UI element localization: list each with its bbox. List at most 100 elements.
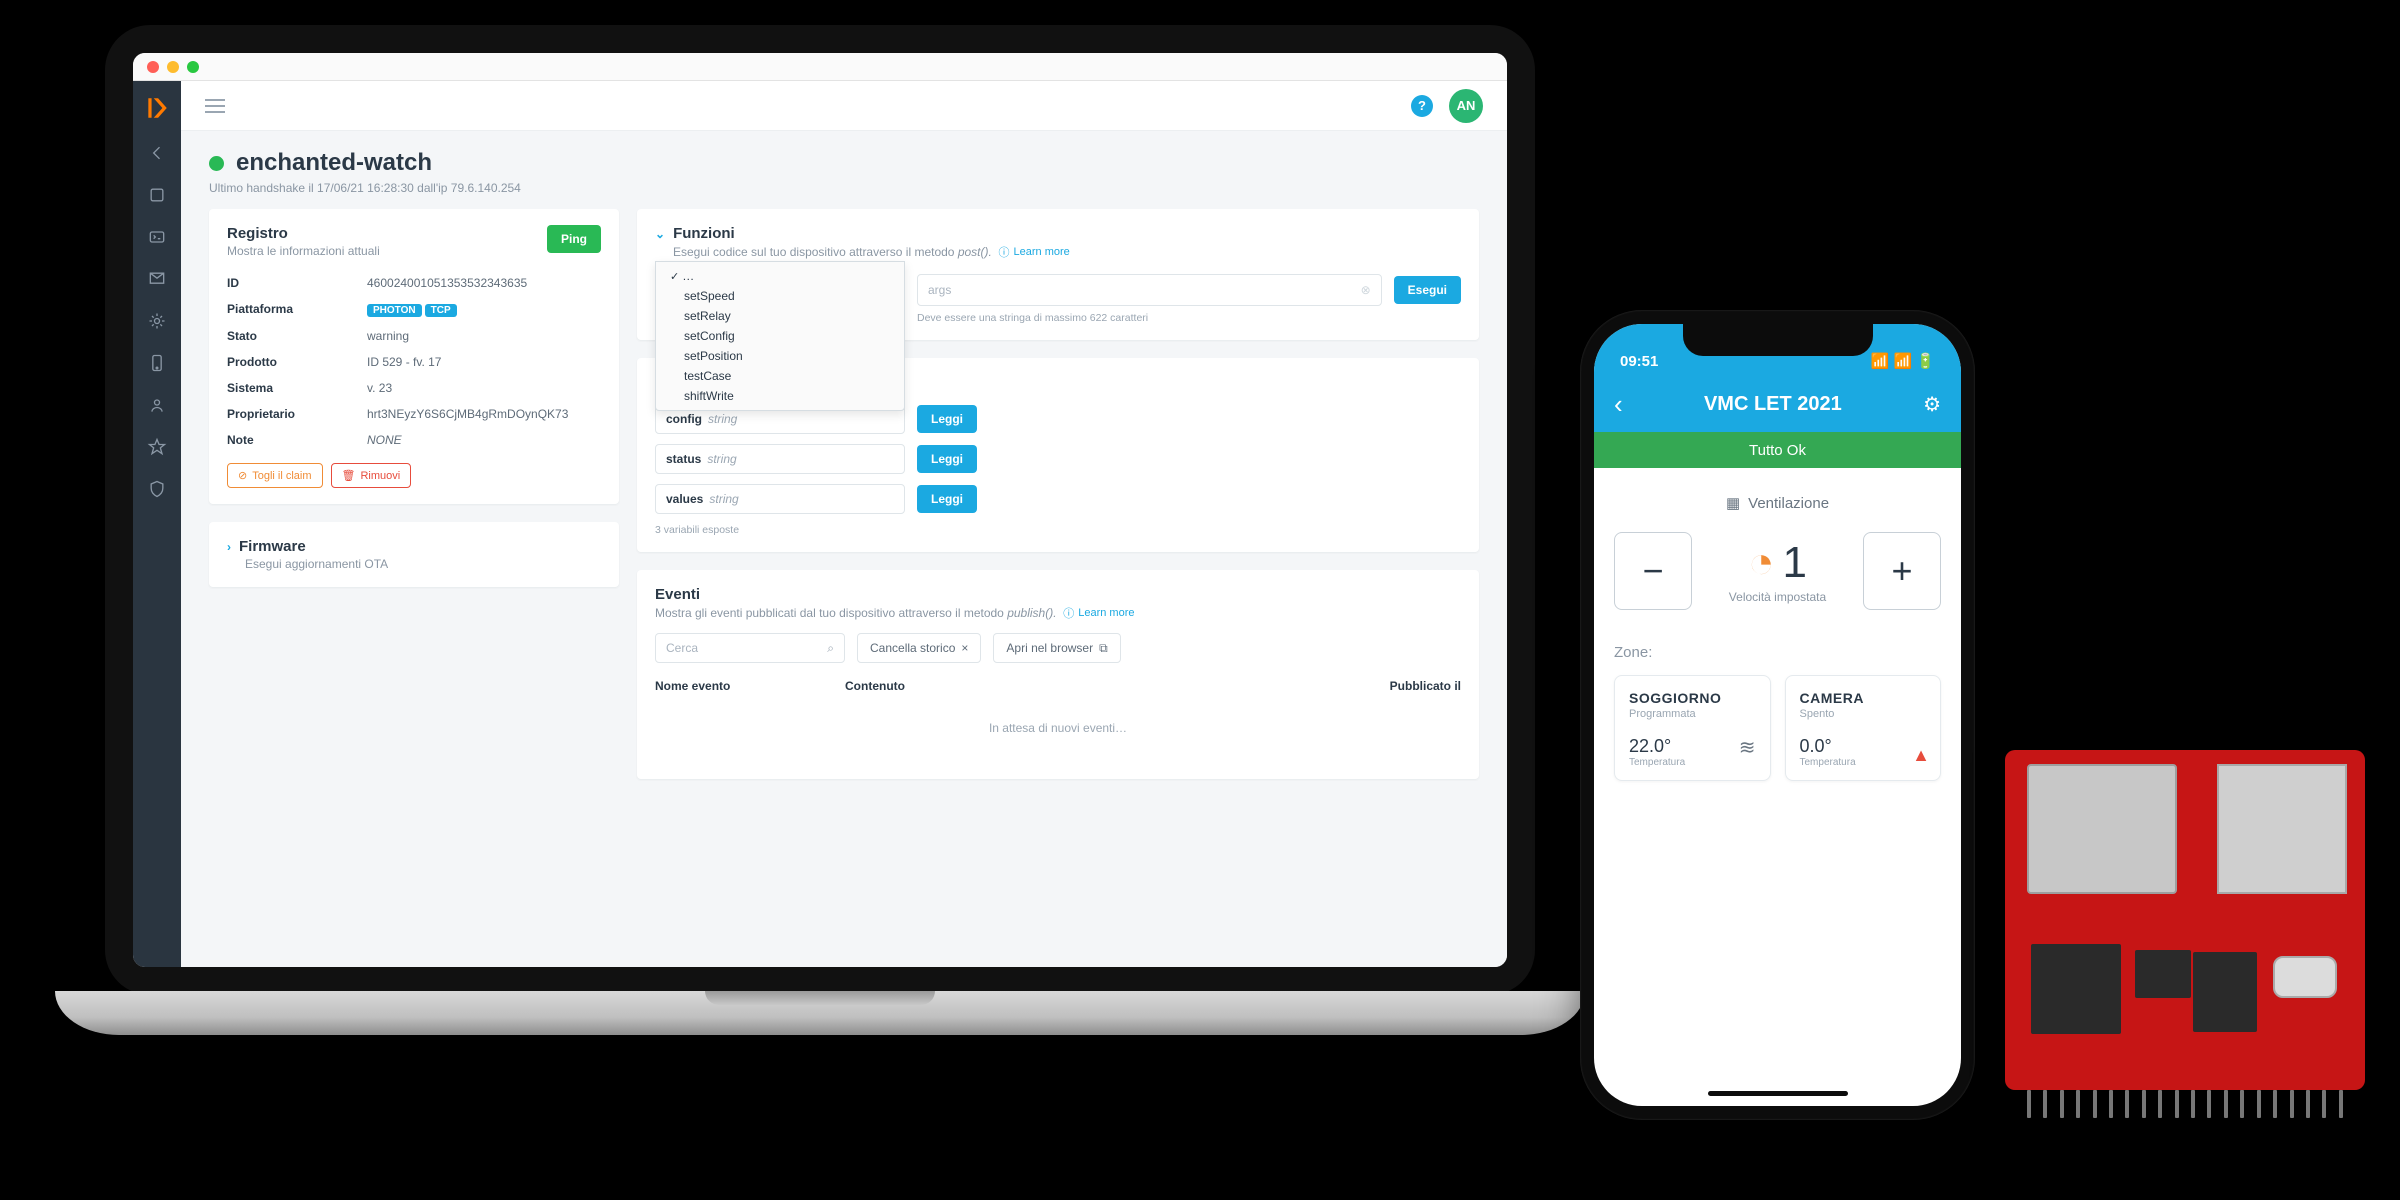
registry-card: Registro Mostra le informazioni attuali … (209, 209, 619, 504)
function-args-input[interactable]: args⊗ (917, 274, 1382, 306)
warning-icon: ▲ (1912, 745, 1930, 766)
read-button[interactable]: Leggi (917, 405, 977, 433)
nav-security-icon[interactable] (147, 479, 167, 499)
pcb-header-pins (2027, 1090, 2343, 1118)
ventilation-label: ▦Ventilazione (1614, 494, 1941, 512)
search-icon: ⌕ (827, 641, 834, 656)
events-card: Eventi Mostra gli eventi pubblicati dal … (637, 570, 1479, 779)
remove-button[interactable]: 🗑 Rimuovi (331, 463, 412, 488)
zone-card-camera[interactable]: CAMERA Spento 0.0° Temperatura ▲ (1785, 675, 1942, 781)
clear-history-button[interactable]: Cancella storico× (857, 633, 981, 663)
help-icon[interactable]: ? (1411, 95, 1433, 117)
function-option[interactable]: setRelay (656, 306, 904, 326)
speed-increase-button[interactable]: + (1863, 532, 1941, 610)
pcb-board (2005, 750, 2365, 1130)
nav-team-icon[interactable] (147, 395, 167, 415)
function-option[interactable]: setConfig (656, 326, 904, 346)
value-state: warning (367, 329, 601, 343)
heat-wave-icon: ≋ (1739, 735, 1756, 760)
chrome-zoom[interactable] (187, 61, 199, 73)
chrome-close[interactable] (147, 61, 159, 73)
label-product: Prodotto (227, 355, 367, 369)
chevron-down-icon[interactable]: ⌄ (655, 227, 665, 241)
functions-title: Funzioni (673, 225, 735, 242)
back-icon[interactable]: ‹ (1614, 389, 1623, 420)
nav-favorites-icon[interactable] (147, 437, 167, 457)
label-id: ID (227, 276, 367, 290)
function-option[interactable]: shiftWrite (656, 386, 904, 406)
function-option[interactable]: setSpeed (656, 286, 904, 306)
variable-row: valuesstring (655, 484, 905, 514)
chrome-minimize[interactable] (167, 61, 179, 73)
app-logo-icon (144, 95, 170, 121)
nav-back-icon[interactable] (147, 143, 167, 163)
read-button[interactable]: Leggi (917, 485, 977, 513)
label-notes: Note (227, 433, 367, 447)
window-chrome (133, 53, 1507, 81)
events-title: Eventi (655, 586, 1461, 603)
phone-home-indicator[interactable] (1708, 1091, 1848, 1096)
phone-notch (1683, 324, 1873, 356)
events-search-input[interactable]: Cerca⌕ (655, 633, 845, 663)
function-option[interactable]: setPosition (656, 346, 904, 366)
events-empty-state: In attesa di nuovi eventi… (655, 693, 1461, 763)
pcb-chip (2193, 952, 2257, 1032)
function-option[interactable]: testCase (656, 366, 904, 386)
variable-row: statusstring (655, 444, 905, 474)
phone-signal-icon: 📶 📶 🔋 (1871, 352, 1935, 370)
zone-card-soggiorno[interactable]: SOGGIORNO Programmata 22.0° Temperatura … (1614, 675, 1771, 781)
settings-icon[interactable]: ⚙ (1923, 392, 1941, 417)
nav-devices-icon[interactable] (147, 185, 167, 205)
label-system: Sistema (227, 381, 367, 395)
function-option[interactable]: … (656, 266, 904, 286)
speed-value: ◔1 (1729, 538, 1826, 588)
close-icon: × (961, 641, 968, 655)
device-status-dot (209, 156, 224, 171)
gauge-icon: ◔ (1748, 538, 1775, 588)
events-learn-link[interactable]: Learn more (1063, 605, 1134, 621)
external-link-icon: ⧉ (1099, 641, 1108, 656)
pcb-crystal (2273, 956, 2337, 998)
pcb-wifi-module (2027, 764, 2177, 894)
value-id: 460024001051353532343635 (367, 276, 601, 290)
badge-photon: PHOTON (367, 304, 422, 317)
open-browser-button[interactable]: Apri nel browser⧉ (993, 633, 1120, 663)
execute-button[interactable]: Esegui (1394, 276, 1461, 304)
app-sidebar (133, 81, 181, 967)
grid-icon: ▦ (1726, 494, 1740, 512)
nav-events-icon[interactable] (147, 269, 167, 289)
nav-products-icon[interactable] (147, 353, 167, 373)
functions-desc: Esegui codice sul tuo dispositivo attrav… (673, 244, 1461, 260)
variables-count: 3 variabili esposte (655, 524, 1461, 536)
ping-button[interactable]: Ping (547, 225, 601, 253)
phone-title: VMC LET 2021 (1704, 393, 1842, 416)
value-notes: NONE (367, 433, 601, 447)
value-product: ID 529 - fv. 17 (367, 355, 601, 369)
phone-mockup: 09:51 📶 📶 🔋 ‹ VMC LET 2021 ⚙ Tutto Ok ▦V… (1580, 310, 1975, 1120)
zones-label: Zone: (1614, 644, 1941, 661)
pcb-chip (2031, 944, 2121, 1034)
nav-console-icon[interactable] (147, 227, 167, 247)
label-state: Stato (227, 329, 367, 343)
firmware-card[interactable]: ›Firmware Esegui aggiornamenti OTA (209, 522, 619, 587)
chevron-right-icon: › (227, 540, 231, 554)
read-button[interactable]: Leggi (917, 445, 977, 473)
device-header: enchanted-watch Ultimo handshake il 17/0… (181, 131, 1507, 209)
device-last-handshake: Ultimo handshake il 17/06/21 16:28:30 da… (209, 181, 1479, 195)
events-desc: Mostra gli eventi pubblicati dal tuo dis… (655, 605, 1461, 621)
firmware-desc: Esegui aggiornamenti OTA (245, 557, 601, 571)
functions-learn-link[interactable]: Learn more (999, 244, 1070, 260)
label-platform: Piattaforma (227, 302, 367, 317)
hamburger-icon[interactable] (205, 99, 225, 113)
unclaim-button[interactable]: ⊘ Togli il claim (227, 463, 323, 488)
laptop-mockup: ? AN enchanted-watch Ultimo handshake il… (55, 25, 1585, 1095)
user-avatar[interactable]: AN (1449, 89, 1483, 123)
speed-decrease-button[interactable]: − (1614, 532, 1692, 610)
function-dropdown[interactable]: … setSpeed setRelay setConfig setPositio… (655, 261, 905, 411)
nav-integrations-icon[interactable] (147, 311, 167, 331)
clear-icon[interactable]: ⊗ (1361, 283, 1371, 297)
registry-desc: Mostra le informazioni attuali (227, 244, 380, 258)
value-owner: hrt3NEyzY6S6CjMB4gRmDOynQK73 (367, 407, 601, 421)
laptop-base (55, 991, 1585, 1035)
phone-time: 09:51 (1620, 353, 1658, 370)
